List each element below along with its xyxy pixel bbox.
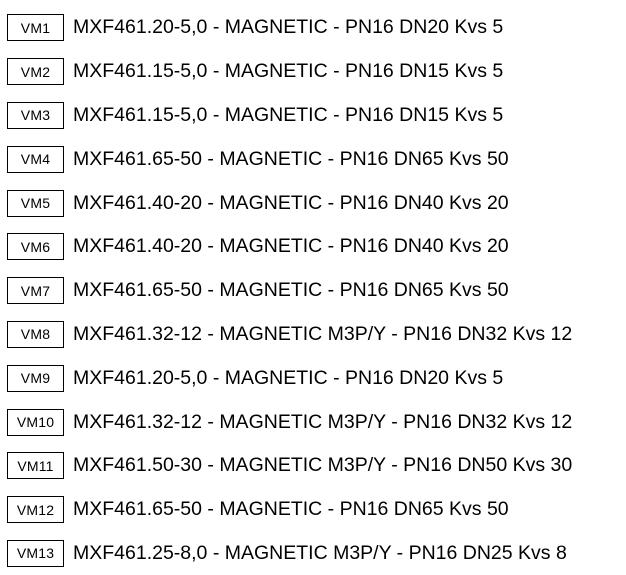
valve-tag: VM13 [7, 539, 64, 567]
legend-row-vm9: VM9 MXF461.20-5,0 - MAGNETIC - PN16 DN20… [7, 356, 619, 400]
legend-row-vm1: VM1 MXF461.20-5,0 - MAGNETIC - PN16 DN20… [7, 6, 619, 50]
valve-description: MXF461.40-20 - MAGNETIC - PN16 DN40 Kvs … [73, 191, 509, 214]
valve-legend: VM1 MXF461.20-5,0 - MAGNETIC - PN16 DN20… [7, 6, 619, 575]
valve-tag: VM10 [7, 408, 64, 436]
valve-description: MXF461.65-50 - MAGNETIC - PN16 DN65 Kvs … [73, 279, 509, 302]
legend-row-vm6: VM6 MXF461.40-20 - MAGNETIC - PN16 DN40 … [7, 225, 619, 269]
valve-description: MXF461.65-50 - MAGNETIC - PN16 DN65 Kvs … [73, 498, 509, 521]
valve-tag: VM7 [7, 277, 64, 305]
legend-row-vm3: VM3 MXF461.15-5,0 - MAGNETIC - PN16 DN15… [7, 94, 619, 138]
legend-row-vm2: VM2 MXF461.15-5,0 - MAGNETIC - PN16 DN15… [7, 50, 619, 94]
valve-description: MXF461.25-8,0 - MAGNETIC M3P/Y - PN16 DN… [73, 541, 567, 564]
valve-tag: VM6 [7, 233, 64, 261]
valve-description: MXF461.50-30 - MAGNETIC M3P/Y - PN16 DN5… [73, 454, 573, 477]
valve-description: MXF461.32-12 - MAGNETIC M3P/Y - PN16 DN3… [73, 322, 573, 345]
legend-row-vm7: VM7 MXF461.65-50 - MAGNETIC - PN16 DN65 … [7, 269, 619, 313]
legend-row-vm11: VM11 MXF461.50-30 - MAGNETIC M3P/Y - PN1… [7, 444, 619, 488]
valve-tag: VM3 [7, 101, 64, 129]
valve-tag: VM11 [7, 452, 64, 480]
valve-tag: VM2 [7, 58, 64, 86]
valve-description: MXF461.15-5,0 - MAGNETIC - PN16 DN15 Kvs… [73, 103, 504, 126]
legend-row-vm12: VM12 MXF461.65-50 - MAGNETIC - PN16 DN65… [7, 488, 619, 532]
valve-tag: VM4 [7, 145, 64, 173]
legend-row-vm10: VM10 MXF461.32-12 - MAGNETIC M3P/Y - PN1… [7, 400, 619, 444]
valve-tag: VM9 [7, 364, 64, 392]
valve-description: MXF461.20-5,0 - MAGNETIC - PN16 DN20 Kvs… [73, 366, 504, 389]
valve-description: MXF461.32-12 - MAGNETIC M3P/Y - PN16 DN3… [73, 410, 573, 433]
valve-tag: VM1 [7, 14, 64, 42]
valve-tag: VM12 [7, 496, 64, 524]
legend-row-vm5: VM5 MXF461.40-20 - MAGNETIC - PN16 DN40 … [7, 181, 619, 225]
legend-row-vm8: VM8 MXF461.32-12 - MAGNETIC M3P/Y - PN16… [7, 313, 619, 357]
valve-description: MXF461.40-20 - MAGNETIC - PN16 DN40 Kvs … [73, 235, 509, 258]
legend-row-vm4: VM4 MXF461.65-50 - MAGNETIC - PN16 DN65 … [7, 137, 619, 181]
valve-description: MXF461.20-5,0 - MAGNETIC - PN16 DN20 Kvs… [73, 16, 504, 39]
valve-tag: VM5 [7, 189, 64, 217]
valve-tag: VM8 [7, 320, 64, 348]
legend-row-vm13: VM13 MXF461.25-8,0 - MAGNETIC M3P/Y - PN… [7, 532, 619, 575]
valve-description: MXF461.65-50 - MAGNETIC - PN16 DN65 Kvs … [73, 147, 509, 170]
valve-description: MXF461.15-5,0 - MAGNETIC - PN16 DN15 Kvs… [73, 60, 504, 83]
